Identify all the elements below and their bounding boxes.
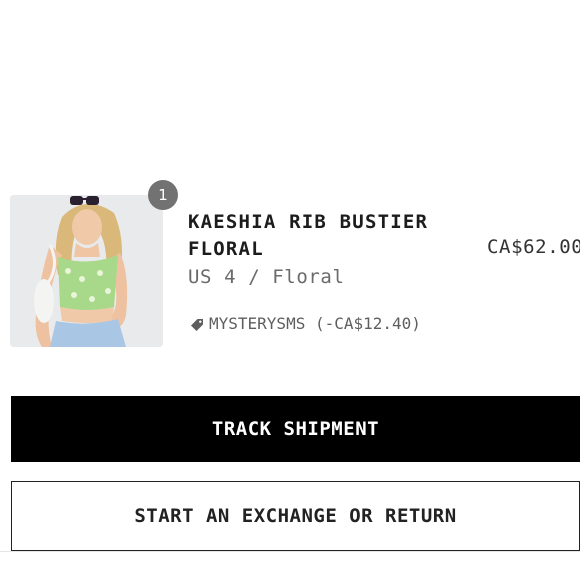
order-line-item: 1 KAESHIA RIB BUSTIER FLORAL CA$62.00 US… [10, 180, 580, 350]
product-image [10, 195, 163, 347]
tag-icon [190, 317, 204, 331]
discount-text: MYSTERYSMS (-CA$12.40) [209, 314, 421, 333]
divider [0, 551, 580, 552]
discount-code: MYSTERYSMS (-CA$12.40) [190, 314, 421, 333]
product-variant: US 4 / Floral [188, 266, 345, 288]
product-title: KAESHIA RIB BUSTIER FLORAL [188, 211, 429, 260]
quantity-badge: 1 [148, 180, 178, 210]
track-shipment-button[interactable]: TRACK SHIPMENT [11, 396, 580, 462]
product-photo-icon [10, 195, 163, 347]
product-price: CA$62.00 [487, 236, 580, 258]
exchange-return-button[interactable]: START AN EXCHANGE OR RETURN [11, 481, 580, 551]
